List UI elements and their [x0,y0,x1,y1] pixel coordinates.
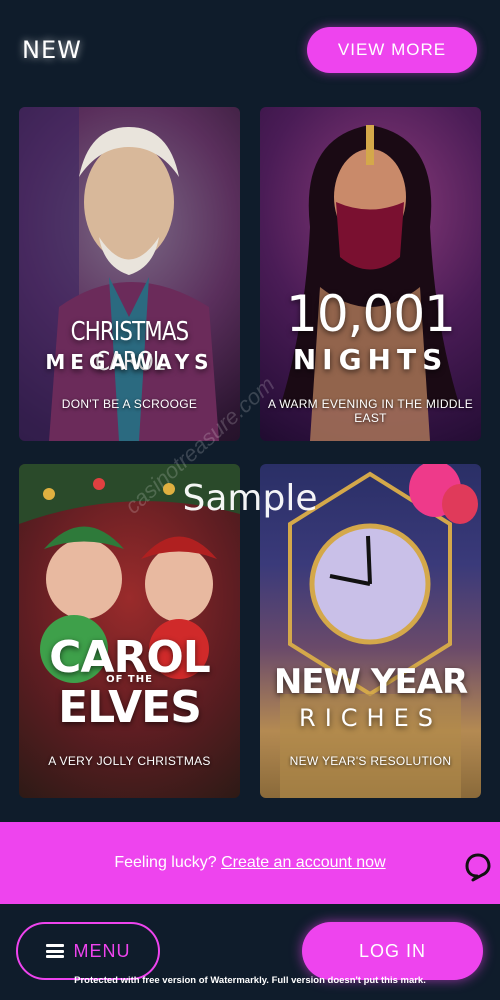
game-title-secondary: NIGHTS [292,343,449,376]
game-artwork [19,107,219,441]
create-account-link[interactable]: Create an account now [221,854,386,871]
game-title-secondary: RICHES [299,704,442,732]
game-title-secondary: ELVES [58,682,202,733]
game-card-christmas-carol[interactable]: CHRISTMAS CAROL MEGAWAYS DON'T BE A SCRO… [19,107,240,441]
game-tagline: A VERY JOLLY CHRISTMAS [48,754,211,768]
game-card-10001-nights[interactable]: 10,001 NIGHTS A WARM EVENING IN THE MIDD… [260,107,481,441]
promo-text: Feeling lucky? [114,854,222,871]
game-tagline: NEW YEAR'S RESOLUTION [289,754,452,768]
menu-button[interactable]: MENU [16,922,160,980]
hamburger-icon [45,944,64,958]
watermark-notice: Protected with free version of Watermark… [74,975,426,986]
section-title: NEW [22,36,82,64]
game-title: NEW YEAR [273,662,468,702]
view-more-button[interactable]: VIEW MORE [307,27,477,73]
chat-bubble-icon[interactable] [464,852,492,882]
game-title: 10,001 [286,285,456,343]
menu-label: MENU [73,940,131,961]
promo-bar: Feeling lucky? Create an account now [0,822,500,904]
watermark-sample: Sample [182,478,318,519]
game-artwork [280,125,460,441]
game-title-secondary: MEGAWAYS [45,350,214,374]
login-button[interactable]: LOG IN [302,922,483,980]
game-tagline: A WARM EVENING IN THE MIDDLE EAST [267,397,474,425]
header: NEW VIEW MORE [0,0,500,100]
game-tagline: DON'T BE A SCROOGE [61,397,198,411]
promo-message: Feeling lucky? Create an account now [0,854,500,872]
